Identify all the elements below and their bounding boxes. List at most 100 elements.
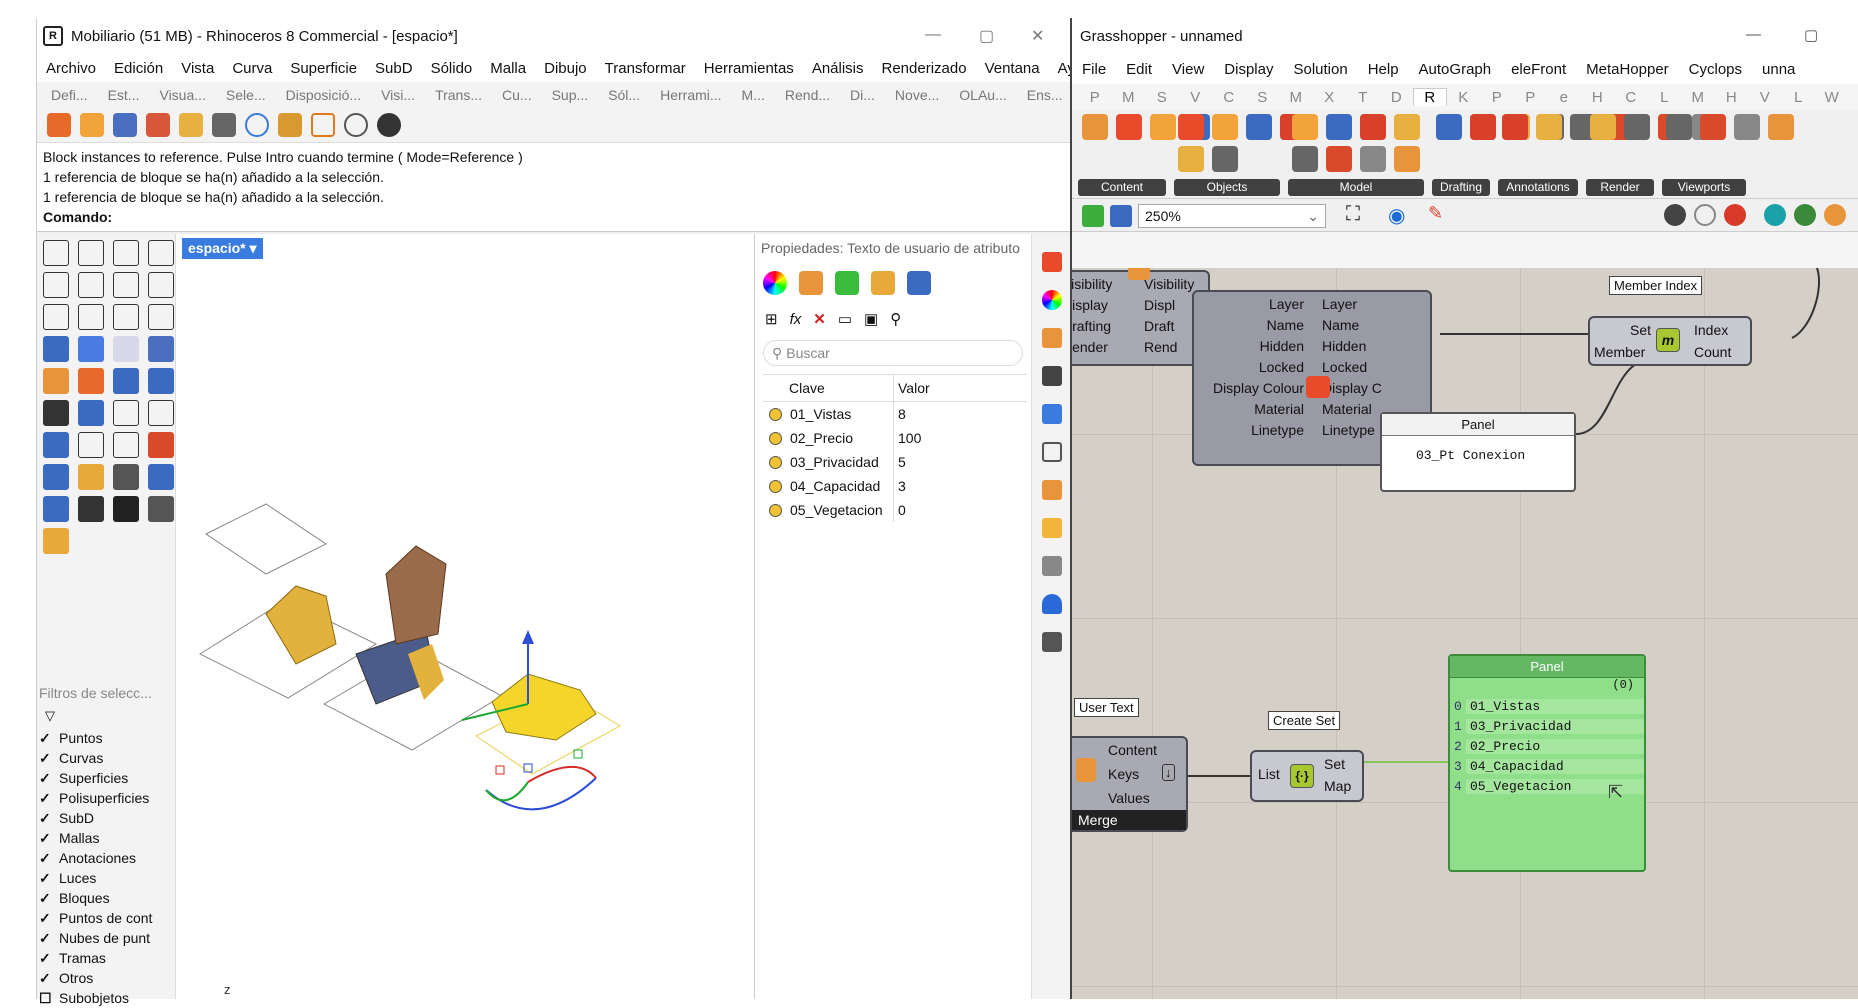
value-cell[interactable]: 8 <box>893 402 1013 426</box>
component-icon[interactable] <box>1246 114 1272 140</box>
preview-icon[interactable] <box>1794 204 1816 226</box>
tool-icon[interactable] <box>113 272 139 298</box>
minimize-icon[interactable]: — <box>925 26 941 44</box>
preview-icon[interactable] <box>1694 204 1716 226</box>
bell-icon[interactable] <box>1041 594 1062 614</box>
ribbon-group-label[interactable]: Viewports <box>1662 179 1746 196</box>
tool-icon[interactable] <box>78 496 104 522</box>
menu-item[interactable]: Help <box>1358 61 1409 78</box>
tool-icon[interactable] <box>78 336 104 362</box>
checkbox[interactable]: ✓ <box>39 790 51 807</box>
filter-item[interactable]: ✓ Anotaciones <box>37 848 175 868</box>
table-row[interactable]: 04_Capacidad 3 <box>763 474 1027 498</box>
ribbon-group-label[interactable]: Annotations <box>1498 179 1578 196</box>
menu-item[interactable]: unna <box>1752 61 1805 78</box>
component-icon[interactable] <box>1292 114 1318 140</box>
toolbar-tab[interactable]: Est... <box>98 87 150 103</box>
component-icon[interactable] <box>1326 114 1352 140</box>
close-icon[interactable]: ✕ <box>1031 26 1044 46</box>
category-tab[interactable]: C <box>1614 89 1648 106</box>
component-icon[interactable] <box>1212 114 1238 140</box>
toolbar-tab[interactable]: Defi... <box>41 87 98 103</box>
category-tab[interactable]: R <box>1413 88 1447 106</box>
viewport-scene[interactable]: z <box>176 234 756 999</box>
preview-icon[interactable] <box>1764 204 1786 226</box>
eye-icon[interactable]: ◉ <box>1388 203 1405 228</box>
component-icon[interactable] <box>1666 114 1692 140</box>
component-icon[interactable] <box>1116 114 1142 140</box>
menu-item[interactable]: Transformar <box>596 60 695 77</box>
tab-icon[interactable] <box>1041 556 1062 576</box>
table-row[interactable]: 03_Privacidad 5 <box>763 450 1027 474</box>
ribbon-group-label[interactable]: Render <box>1586 179 1654 196</box>
menu-item[interactable]: Dibujo <box>535 60 596 77</box>
gh-canvas[interactable]: Visibility Visibility Display Displ Drafting… <box>1072 268 1858 999</box>
table-row[interactable]: 01_Vistas 8 <box>763 402 1027 426</box>
light-icon[interactable] <box>871 271 895 295</box>
display-icon[interactable] <box>1041 366 1062 386</box>
camera-icon[interactable] <box>1041 632 1062 652</box>
tab-icon[interactable] <box>1041 518 1062 538</box>
component-icon[interactable] <box>1436 114 1462 140</box>
menu-item[interactable]: Ventana <box>976 60 1049 77</box>
tool-icon[interactable] <box>113 113 137 137</box>
filter-item[interactable]: ☐ Subobjetos <box>37 988 175 1008</box>
member-index-component[interactable]: Set Member m Index Count <box>1588 316 1752 366</box>
category-tab[interactable]: C <box>1212 89 1246 106</box>
checkbox[interactable]: ☐ <box>39 990 52 1007</box>
panel-green[interactable]: Panel (0) 0 01_Vistas 1 03_Privacidad 2 02_Pr… <box>1448 654 1646 872</box>
filter-item[interactable]: ✓ Polisuperficies <box>37 788 175 808</box>
panel-top[interactable]: Panel 03_Pt Conexion <box>1380 412 1576 492</box>
tool-icon[interactable] <box>148 496 174 522</box>
menu-item[interactable]: Display <box>1214 61 1283 78</box>
category-tab[interactable]: H <box>1715 89 1749 106</box>
tool-icon[interactable] <box>43 272 69 298</box>
component-icon[interactable] <box>1700 114 1726 140</box>
link-icon[interactable]: ⚲ <box>890 310 901 328</box>
tool-icon[interactable] <box>148 368 174 394</box>
menu-item[interactable]: Malla <box>481 60 535 77</box>
tool-icon[interactable] <box>113 304 139 330</box>
table-row[interactable]: 05_Vegetacion 0 <box>763 498 1027 522</box>
attr-split-component[interactable]: Visibility Visibility Display Displ Drafting… <box>1072 270 1210 366</box>
component-icon[interactable] <box>1360 146 1386 172</box>
viewport[interactable]: espacio* ▾ z <box>175 234 755 999</box>
checkbox[interactable]: ✓ <box>39 770 51 787</box>
toolbar-tab[interactable]: Trans... <box>425 87 492 103</box>
tab-icon[interactable] <box>1041 252 1062 272</box>
delete-icon[interactable]: ✕ <box>813 310 826 328</box>
value-cell[interactable]: 3 <box>893 474 1013 498</box>
pencil-icon[interactable] <box>799 271 823 295</box>
filter-item[interactable]: ✓ Superficies <box>37 768 175 788</box>
component-icon[interactable] <box>1734 114 1760 140</box>
tool-icon[interactable] <box>47 113 71 137</box>
menu-item[interactable]: Análisis <box>803 60 873 77</box>
tool-icon[interactable] <box>113 464 139 490</box>
menu-item[interactable]: AutoGraph <box>1409 61 1502 78</box>
add-key-icon[interactable]: ⊞ <box>765 310 778 328</box>
checkbox[interactable]: ✓ <box>39 890 51 907</box>
checkbox[interactable]: ✓ <box>39 830 51 847</box>
filter-icon[interactable]: ▽ <box>45 708 55 724</box>
tool-icon[interactable] <box>113 336 139 362</box>
filter-item[interactable]: ✓ Luces <box>37 868 175 888</box>
tool-icon[interactable] <box>179 113 203 137</box>
save-icon[interactable]: ▣ <box>864 310 878 328</box>
menu-item[interactable]: SubD <box>366 60 422 77</box>
tool-icon[interactable] <box>78 432 104 458</box>
toolbar-tab[interactable]: Sól... <box>598 87 650 103</box>
category-tab[interactable]: T <box>1346 89 1380 106</box>
ribbon-group-label[interactable]: Drafting <box>1432 179 1490 196</box>
tool-icon[interactable] <box>80 113 104 137</box>
component-icon[interactable] <box>1502 114 1528 140</box>
menu-item[interactable]: eleFront <box>1501 61 1576 78</box>
tool-icon[interactable] <box>78 272 104 298</box>
ribbon-group-label[interactable]: Content <box>1078 179 1166 196</box>
category-tab[interactable]: L <box>1648 89 1682 106</box>
preview-icon[interactable] <box>1664 204 1686 226</box>
checkbox[interactable]: ✓ <box>39 930 51 947</box>
menu-item[interactable]: Archivo <box>37 60 105 77</box>
toolbar-tab[interactable]: Rend... <box>775 87 840 103</box>
tab-icon[interactable] <box>1041 480 1062 500</box>
toolbar-tab[interactable]: Sele... <box>216 87 276 103</box>
